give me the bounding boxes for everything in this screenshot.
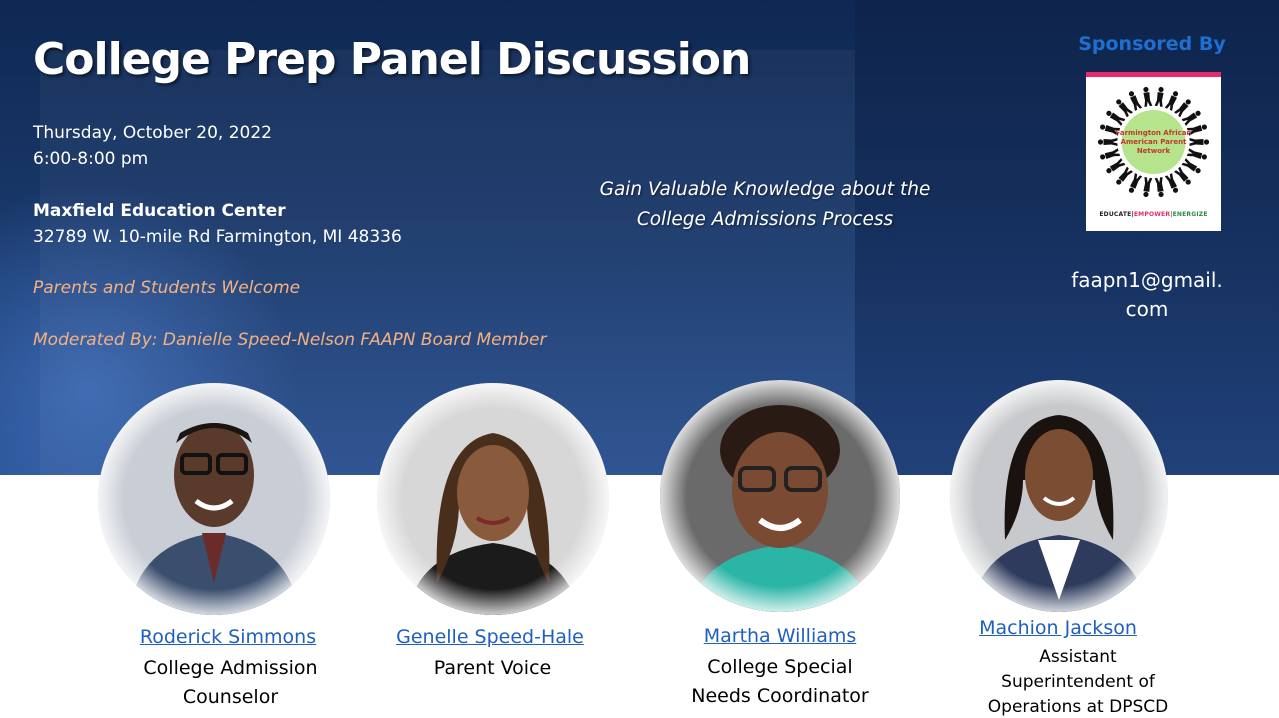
logo-figure [1106,158,1126,174]
panelist-role: College Special Needs Coordinator [665,653,895,711]
logo-tagline-energize: |ENERGIZE [1170,211,1208,218]
logo-figure [1174,99,1191,118]
event-title: College Prep Panel Discussion [33,34,751,85]
logo-figure [1164,91,1179,111]
event-date: Thursday, October 20, 2022 [33,123,272,143]
logo-figure [1154,177,1164,198]
panelist-name-link[interactable]: Machion Jackson [948,617,1168,639]
photo-vignette [950,380,1168,612]
event-tagline: Gain Valuable Knowledge about the Colleg… [560,175,970,235]
logo-figure [1143,177,1153,198]
event-address: 32789 W. 10-mile Rd Farmington, MI 48336 [33,227,402,247]
panelist-photo-martha [660,380,900,612]
logo-figure [1143,86,1153,107]
email-line-1: faapn1@gmail. [1071,268,1223,292]
logo-tagline: EDUCATE|EMPOWER|ENERGIZE [1086,211,1221,218]
logo-figure [1128,91,1143,111]
photo-vignette [98,383,330,615]
photo-vignette [377,383,609,615]
role-line: Counselor [182,686,279,708]
moderator-text: Moderated By: Danielle Speed-Nelson FAAP… [33,330,547,350]
role-line: Operations at DPSCD [987,697,1169,717]
event-time: 6:00-8:00 pm [33,149,149,169]
logo-tagline-educate: EDUCATE| [1099,211,1134,218]
photo-vignette [660,380,900,612]
contact-email[interactable]: faapn1@gmail. com [1066,266,1228,324]
panelist-photo-genelle [377,383,609,615]
tagline-line-1: Gain Valuable Knowledge about the [599,179,931,200]
logo-figure [1116,166,1133,185]
welcome-text: Parents and Students Welcome [33,278,301,298]
panelist-name-link[interactable]: Genelle Speed-Hale [380,626,600,648]
role-line: Needs Coordinator [691,685,869,707]
logo-figure [1128,173,1143,193]
panelist-name-link[interactable]: Martha Williams [670,625,890,647]
panelist-role: Assistant Superintendent of Operations a… [978,645,1178,718]
panelist-photo-roderick [98,383,330,615]
logo-figure [1164,173,1179,193]
email-line-2: com [1125,297,1169,321]
logo-figure [1116,99,1133,118]
logo-figure [1181,158,1201,174]
logo-figure [1154,86,1164,107]
sponsor-logo: Farmington African American Parent Netwo… [1086,72,1221,231]
role-line: Superintendent of [1001,672,1155,692]
logo-figure [1181,110,1201,126]
role-line: College Special [707,656,853,678]
sponsor-label: Sponsored By [1078,33,1226,55]
role-line: Parent Voice [433,657,552,679]
logo-text: Farmington African American Parent Netwo… [1115,129,1192,155]
logo-tagline-empower: EMPOWER [1133,211,1171,218]
tagline-line-2: College Admissions Process [636,209,894,230]
panelist-role: College Admission Counselor [118,654,343,712]
role-line: Assistant [1039,647,1117,667]
logo-figure [1106,110,1126,126]
panelist-photo-machion [950,380,1168,612]
logo-figure [1174,166,1191,185]
panelist-name-link[interactable]: Roderick Simmons [118,626,338,648]
role-line: College Admission [143,657,318,679]
event-venue: Maxfield Education Center [33,201,286,221]
panelist-role: Parent Voice [380,654,605,683]
